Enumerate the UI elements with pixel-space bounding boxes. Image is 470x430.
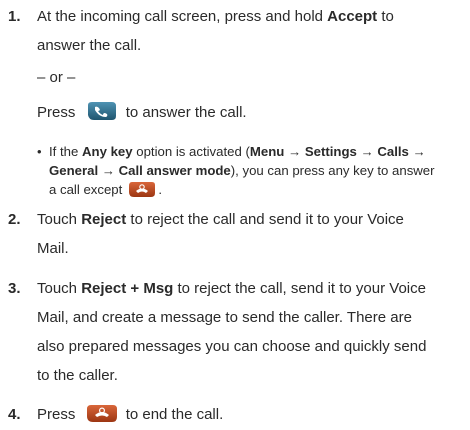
reject-label: Reject <box>81 211 127 228</box>
step-line: answer the call. <box>37 37 142 54</box>
reject-msg-label: Reject + Msg <box>81 280 174 297</box>
step-number: 1. <box>8 8 21 25</box>
step-line: to the caller. <box>37 367 118 384</box>
bullet-dot: • <box>37 144 42 159</box>
step-line: Touch Reject + Msg to reject the call, s… <box>37 280 426 297</box>
step-number: 4. <box>8 406 21 423</box>
phone-end-key-icon <box>86 403 118 423</box>
step-number: 3. <box>8 280 21 297</box>
note-text: If the Any key option is activated (Menu… <box>49 142 464 200</box>
note-line: General → Call answer mode), you can pre… <box>49 163 435 178</box>
phone-end-key-icon <box>128 180 156 198</box>
step-line: Mail. <box>37 240 69 257</box>
accept-label: Accept <box>327 8 378 25</box>
step-text: Touch Reject to reject the call and send… <box>37 205 465 263</box>
step-line: Touch Reject to reject the call and send… <box>37 211 404 228</box>
step-line: At the incoming call screen, press and h… <box>37 8 394 25</box>
phone-send-key-icon <box>86 101 118 121</box>
or-separator: – or – <box>37 69 76 86</box>
press-end-line: Press to end the call. <box>37 400 223 429</box>
step-number: 2. <box>8 211 21 228</box>
step-line: also prepared messages you can choose an… <box>37 338 427 355</box>
step-text: At the incoming call screen, press and h… <box>37 2 465 60</box>
note-line: a call except . <box>49 180 464 200</box>
step-text: Touch Reject + Msg to reject the call, s… <box>37 274 465 390</box>
press-send-line: Press to answer the call. <box>37 98 247 127</box>
note-line: If the Any key option is activated (Menu… <box>49 144 426 159</box>
manual-page: 1. At the incoming call screen, press an… <box>0 0 470 430</box>
step-line: Mail, and create a message to send the c… <box>37 309 412 326</box>
